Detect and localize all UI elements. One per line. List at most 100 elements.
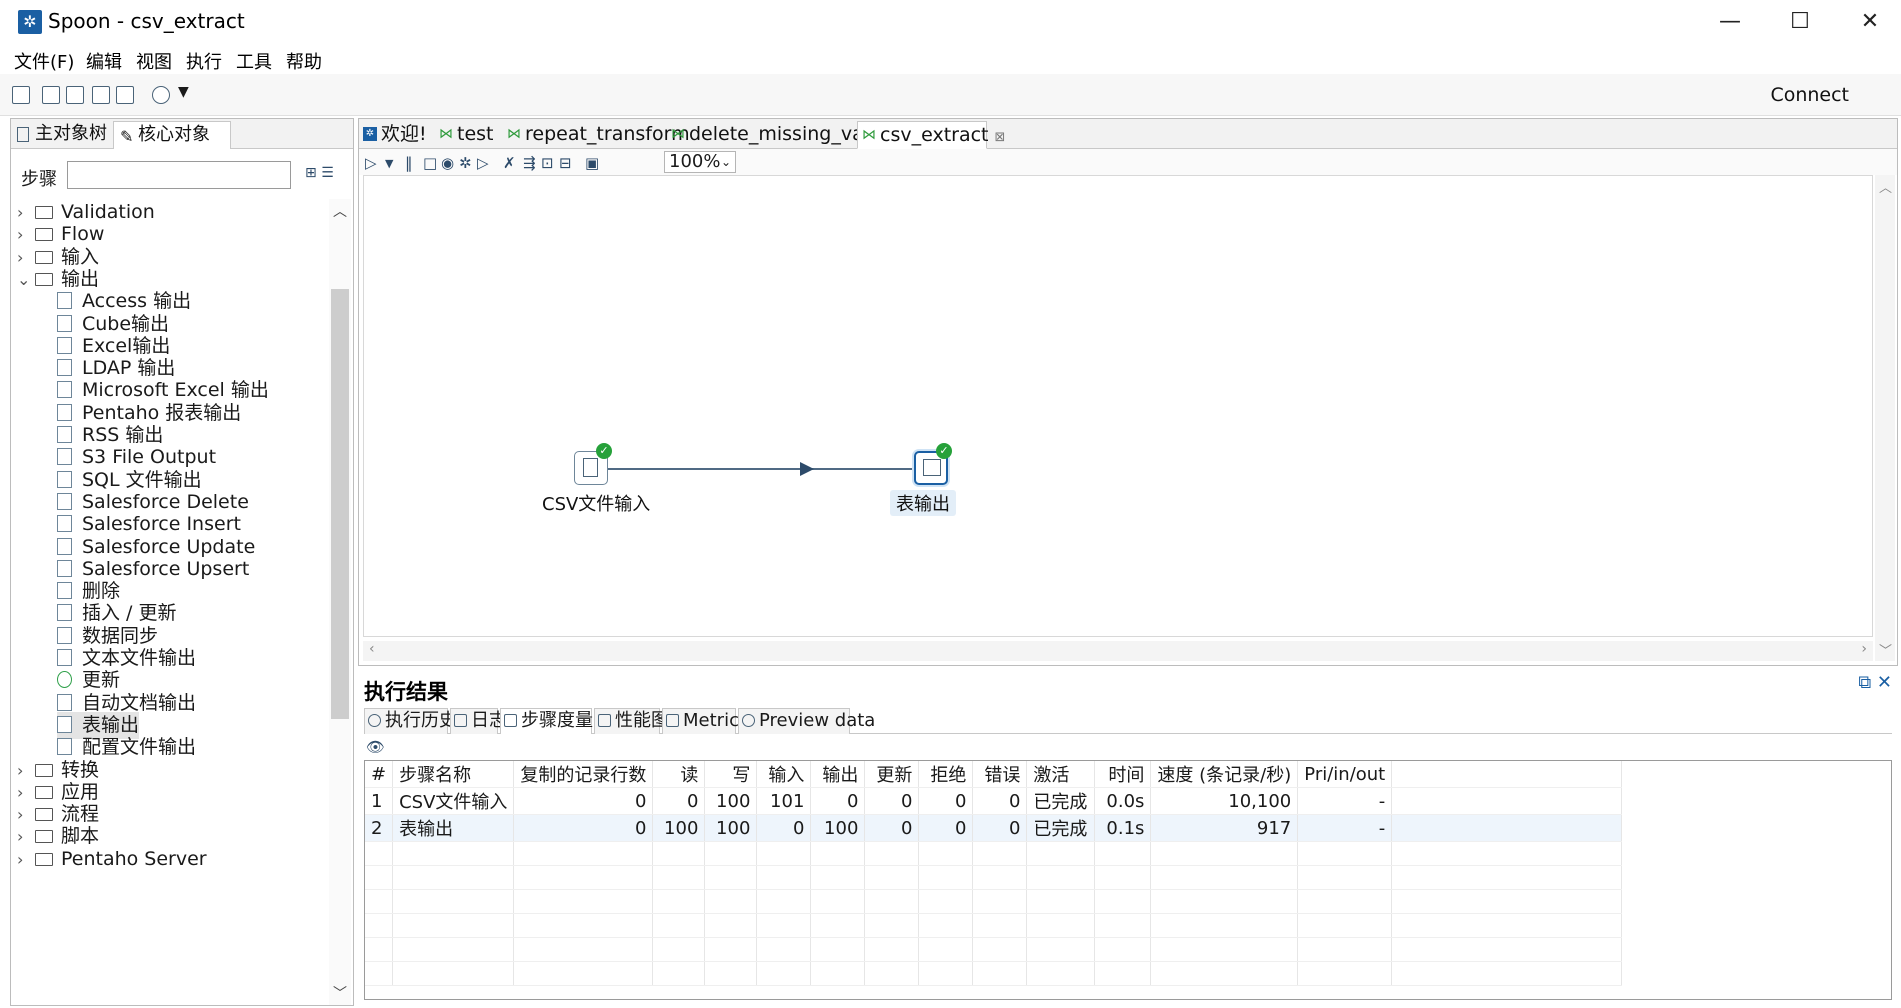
table-cell: 100	[704, 787, 758, 815]
scroll-up-icon[interactable]: ︿	[333, 201, 347, 221]
canvas-horizontal-scrollbar[interactable]: ‹ ›	[363, 641, 1873, 661]
impact-icon[interactable]: ⇶	[523, 154, 536, 172]
run-icon[interactable]: ▷	[365, 154, 377, 172]
debug-icon[interactable]: ✲	[459, 154, 472, 172]
column-header[interactable]: 激活	[1026, 761, 1096, 788]
collapse-all-icon[interactable]: ☰	[321, 165, 334, 181]
editor-tab-label: 欢迎!	[381, 123, 427, 145]
empty-cell	[1094, 865, 1152, 890]
close-tab-icon[interactable]: ⊠	[995, 130, 1006, 145]
table-cell: 0	[756, 814, 812, 842]
editor-tab[interactable]: ⋈ repeat_transform	[503, 121, 690, 149]
column-header[interactable]: 更新	[864, 761, 920, 788]
verify-icon[interactable]: ✗	[503, 154, 516, 172]
results-tab[interactable]: 性能图	[594, 708, 669, 734]
scroll-left-icon[interactable]: ‹	[369, 641, 375, 657]
editor-tab[interactable]: ✲ 欢迎!	[359, 121, 431, 149]
show-hide-icon[interactable]: 👁	[366, 738, 385, 756]
column-header[interactable]: Pri/in/out	[1297, 761, 1393, 788]
sql-icon[interactable]: ⊡	[541, 154, 554, 172]
save-as-icon[interactable]	[116, 86, 134, 104]
editor-tab[interactable]: ⋈ csv_extract ⊠	[857, 121, 1005, 149]
column-header[interactable]: 读	[652, 761, 706, 788]
table-row[interactable]: 2 表输出 0 100 100 0 100 0 0 0 已完成 0.1s 917-	[365, 814, 1623, 842]
empty-cell	[704, 841, 758, 866]
editor-tab[interactable]: ⋈ delete_missing_value	[667, 121, 893, 149]
table-row[interactable]: 1 CSV文件输入 0 0 100 101 0 0 0 0 已完成 0.0s 10,100-	[365, 787, 1623, 815]
close-panel-icon[interactable]: ✕	[1877, 672, 1892, 693]
zoom-select[interactable]: 100% ⌄	[664, 151, 736, 173]
chevron-down-icon[interactable]: ▼	[178, 84, 189, 100]
explore-repository-icon[interactable]	[66, 86, 84, 104]
empty-cell	[1026, 841, 1096, 866]
empty-cell	[918, 937, 974, 962]
column-header[interactable]: 步骤名称	[392, 761, 515, 788]
column-header[interactable]: 输出	[810, 761, 866, 788]
menu-view[interactable]: 视图	[136, 48, 172, 74]
close-button[interactable]: ✕	[1840, 0, 1900, 44]
tree-scrollbar[interactable]: ︿ ﹀	[329, 199, 351, 1005]
connect-button[interactable]: Connect	[1770, 84, 1849, 106]
run-options-icon[interactable]: ▼	[385, 157, 393, 170]
empty-cell	[704, 913, 758, 938]
results-tab[interactable]: 日志	[450, 708, 507, 734]
maximize-panel-icon[interactable]: ⧉	[1858, 672, 1871, 693]
hop-line[interactable]	[607, 468, 914, 470]
column-header[interactable]: 速度 (条记录/秒)	[1150, 761, 1299, 788]
empty-cell	[1150, 841, 1299, 866]
empty-cell	[365, 937, 394, 962]
results-tab[interactable]: 步骤度量	[500, 708, 593, 734]
menu-help[interactable]: 帮助	[286, 48, 322, 74]
scroll-right-icon[interactable]: ›	[1861, 641, 1867, 657]
preview-icon[interactable]: ◉	[441, 154, 454, 172]
chevron-right-icon[interactable]: ›	[17, 846, 35, 873]
menu-run[interactable]: 执行	[186, 48, 222, 74]
tree-folder[interactable]: › Pentaho Server	[17, 846, 207, 873]
search-options[interactable]: ⊞ ☰	[305, 165, 334, 181]
column-header[interactable]: 拒绝	[918, 761, 974, 788]
history-icon	[368, 714, 381, 727]
show-results-icon[interactable]: ▣	[585, 154, 599, 172]
empty-table-row	[365, 865, 1623, 890]
results-tabs: 执行历史 日志 步骤度量 性能图 Metrics Preview data	[364, 706, 1892, 734]
column-header[interactable]: 写	[704, 761, 758, 788]
expand-all-icon[interactable]: ⊞	[305, 165, 317, 181]
explore-db-icon[interactable]: ⊟	[559, 154, 572, 172]
empty-cell	[1026, 961, 1096, 986]
pencil-icon: ✎	[120, 127, 134, 146]
scroll-down-icon[interactable]: ﹀	[1879, 640, 1892, 659]
menu-tools[interactable]: 工具	[236, 48, 272, 74]
step-search-input[interactable]	[67, 161, 291, 189]
empty-cell	[392, 937, 515, 962]
results-tab[interactable]: 执行历史	[364, 708, 457, 734]
canvas-vertical-scrollbar[interactable]: ︿ ﹀	[1875, 175, 1895, 661]
column-header[interactable]: 错误	[972, 761, 1028, 788]
results-tab[interactable]: Preview data	[738, 708, 875, 734]
replay-icon[interactable]: ▷	[477, 154, 489, 172]
maximize-button[interactable]: ☐	[1770, 0, 1830, 44]
results-tab[interactable]: Metrics	[662, 708, 748, 734]
menu-file[interactable]: 文件(F)	[14, 48, 74, 74]
tab-core-objects[interactable]: ✎ 核心对象	[113, 121, 231, 149]
minimize-button[interactable]: —	[1700, 0, 1760, 44]
scrollbar-thumb[interactable]	[331, 289, 349, 719]
column-header[interactable]: 复制的记录行数	[513, 761, 654, 788]
editor-tab[interactable]: ⋈ test	[435, 121, 499, 149]
new-file-icon[interactable]	[12, 86, 30, 104]
pause-icon[interactable]: ‖	[405, 154, 413, 172]
stop-icon[interactable]: □	[423, 154, 437, 172]
column-header[interactable]: #	[365, 761, 394, 788]
scroll-up-icon[interactable]: ︿	[1879, 177, 1892, 196]
chevron-down-icon[interactable]: ⌄	[17, 266, 35, 293]
column-header[interactable]: 时间	[1094, 761, 1152, 788]
scroll-down-icon[interactable]: ﹀	[333, 983, 347, 1003]
column-header[interactable]: 输入	[756, 761, 812, 788]
empty-cell	[1391, 937, 1623, 962]
tab-main-object-tree[interactable]: 主对象树	[11, 121, 111, 149]
open-file-icon[interactable]	[42, 86, 60, 104]
layers-icon[interactable]	[152, 86, 170, 104]
save-icon[interactable]	[92, 86, 110, 104]
menu-edit[interactable]: 编辑	[86, 48, 122, 74]
transformation-canvas[interactable]: ✓ CSV文件输入 ✓ 表输出	[363, 175, 1873, 637]
table-cell: 100	[704, 814, 758, 842]
